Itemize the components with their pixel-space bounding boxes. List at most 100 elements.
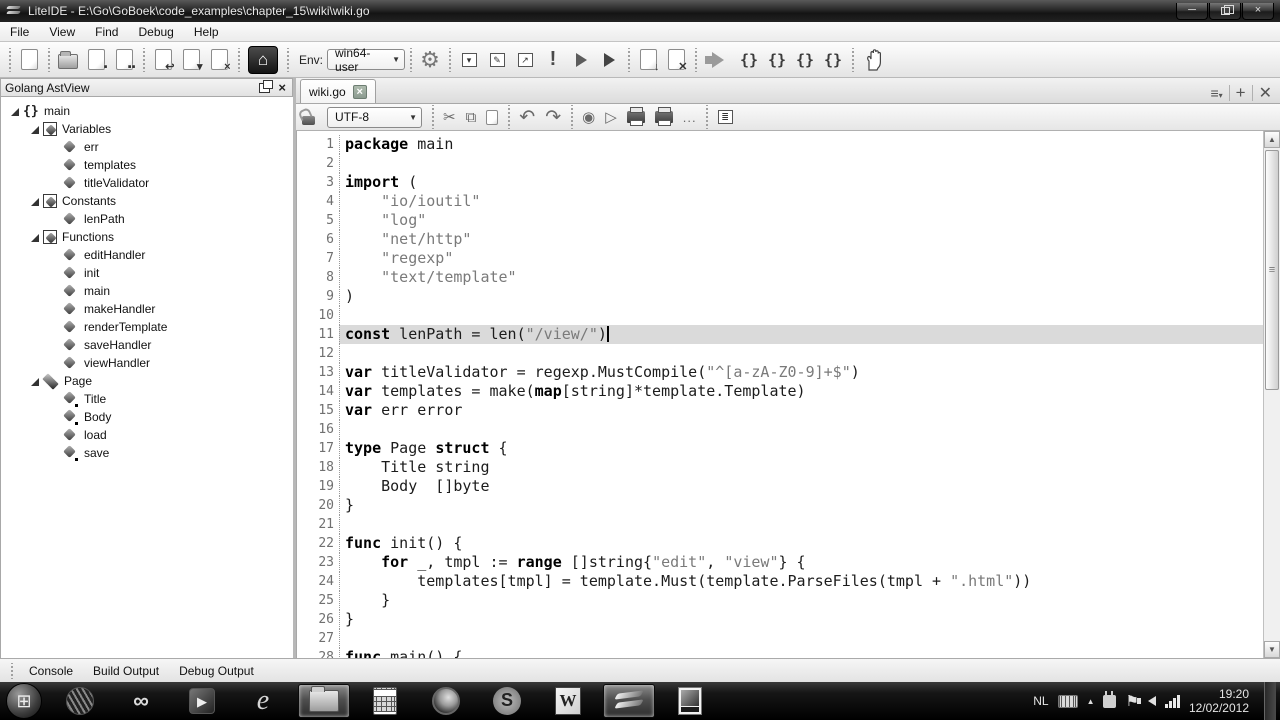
tree-item-viewHandler[interactable]: viewHandler — [1, 354, 293, 372]
power-icon[interactable] — [1103, 695, 1116, 708]
tab-list-icon[interactable]: ≡▾ — [1210, 85, 1222, 101]
close-panel-icon[interactable]: × — [278, 83, 286, 93]
tab-wiki-go[interactable]: wiki.go × — [300, 79, 376, 103]
photo-viewer-taskbar-button[interactable] — [664, 684, 716, 718]
step-out-button[interactable]: {} — [791, 46, 819, 74]
tree-item-main[interactable]: main — [1, 282, 293, 300]
file-list-close-button[interactable]: ✕ — [662, 46, 690, 74]
build-import-button[interactable]: ▾ — [455, 46, 483, 74]
tree-item-renderTemplate[interactable]: renderTemplate — [1, 318, 293, 336]
print-icon[interactable] — [627, 111, 645, 123]
code-line[interactable]: 17type Page struct { — [297, 439, 1263, 458]
code-line[interactable]: 26} — [297, 610, 1263, 629]
minimize-button[interactable]: ─ — [1176, 3, 1208, 20]
editor-scrollbar[interactable]: ▲ ▼ — [1263, 131, 1280, 658]
scroll-up-icon[interactable]: ▲ — [1264, 131, 1280, 148]
close-button[interactable]: × — [1242, 3, 1274, 20]
tree-item-Constants[interactable]: Constants — [1, 192, 293, 210]
code-line[interactable]: 28func main() { — [297, 648, 1263, 658]
menu-view[interactable]: View — [39, 23, 85, 41]
code-line[interactable]: 9) — [297, 287, 1263, 306]
comment-list-icon[interactable]: ≣ — [718, 110, 733, 124]
menu-debug[interactable]: Debug — [128, 23, 183, 41]
restore-button[interactable] — [1209, 3, 1241, 20]
output-tab-build-output[interactable]: Build Output — [83, 661, 169, 681]
word-taskbar-button[interactable]: W — [542, 684, 594, 718]
print-preview-icon[interactable] — [655, 111, 673, 123]
show-hidden-icons[interactable]: ▲ — [1087, 697, 1095, 706]
build-edit-button[interactable]: ✎ — [483, 46, 511, 74]
expander-icon[interactable] — [29, 232, 40, 243]
tab-close-icon[interactable]: × — [353, 85, 367, 99]
record-icon[interactable]: ◉ — [582, 108, 595, 126]
cut-icon[interactable]: ✂ — [443, 108, 456, 126]
code-line[interactable]: 15var err error — [297, 401, 1263, 420]
tree-item-Page[interactable]: Page — [1, 372, 293, 390]
expander-icon[interactable] — [9, 106, 20, 117]
code-line[interactable]: 16 — [297, 420, 1263, 439]
tree-item-makeHandler[interactable]: makeHandler — [1, 300, 293, 318]
float-panel-icon[interactable] — [259, 83, 270, 93]
code-line[interactable]: 23 for _, tmpl := range []string{"edit",… — [297, 553, 1263, 572]
settings-button[interactable]: ⚙ — [416, 46, 444, 74]
code-line[interactable]: 5 "log" — [297, 211, 1263, 230]
internet-explorer-taskbar-button[interactable]: e — [237, 684, 289, 718]
tree-item-templates[interactable]: templates — [1, 156, 293, 174]
build-and-run-button[interactable] — [595, 46, 623, 74]
step-over-button[interactable]: {} — [735, 46, 763, 74]
tree-item-editHandler[interactable]: editHandler — [1, 246, 293, 264]
network-globe-taskbar-button[interactable] — [54, 684, 106, 718]
env-select[interactable]: win64-user ▼ — [327, 49, 405, 70]
tree-item-Variables[interactable]: Variables — [1, 120, 293, 138]
firefox-taskbar-button[interactable] — [420, 684, 472, 718]
new-file-button[interactable] — [15, 46, 43, 74]
tree-item-main[interactable]: {}main — [1, 102, 293, 120]
network-signal-icon[interactable] — [1165, 695, 1180, 708]
skype-taskbar-button[interactable]: S — [481, 684, 533, 718]
tree-item-Title[interactable]: Title — [1, 390, 293, 408]
tree-item-saveHandler[interactable]: saveHandler — [1, 336, 293, 354]
keyboard-icon[interactable] — [1058, 695, 1078, 708]
revert-file-button[interactable]: ↩ — [149, 46, 177, 74]
expander-icon[interactable] — [29, 376, 40, 387]
code-line[interactable]: 7 "regexp" — [297, 249, 1263, 268]
tree-item-load[interactable]: load — [1, 426, 293, 444]
close-editor-icon[interactable]: ✕ — [1259, 83, 1272, 103]
redo-icon[interactable]: ↷ — [545, 106, 561, 129]
code-line[interactable]: 2 — [297, 154, 1263, 173]
tree-item-err[interactable]: err — [1, 138, 293, 156]
code-line[interactable]: 18 Title string — [297, 458, 1263, 477]
tree-item-init[interactable]: init — [1, 264, 293, 282]
build-button[interactable]: ! — [539, 46, 567, 74]
code-line[interactable]: 3import ( — [297, 173, 1263, 192]
code-editor[interactable]: 1package main23import (4 "io/ioutil"5 "l… — [296, 131, 1263, 658]
tree-item-Functions[interactable]: Functions — [1, 228, 293, 246]
new-tab-icon[interactable]: + — [1236, 83, 1246, 103]
language-indicator[interactable]: NL — [1033, 694, 1048, 708]
infinity-app-taskbar-button[interactable]: ∞ — [115, 684, 167, 718]
menu-file[interactable]: File — [0, 23, 39, 41]
code-line[interactable]: 14var templates = make(map[string]*templ… — [297, 382, 1263, 401]
scroll-down-icon[interactable]: ▼ — [1264, 641, 1280, 658]
calculator-taskbar-button[interactable] — [359, 684, 411, 718]
encoding-select[interactable]: UTF-8 ▼ — [327, 107, 422, 128]
show-desktop-button[interactable] — [1264, 682, 1276, 720]
more-options-icon[interactable]: ... — [683, 110, 697, 125]
expander-icon[interactable] — [29, 124, 40, 135]
step-into-button[interactable]: {} — [763, 46, 791, 74]
file-list-down-button[interactable]: ↓ — [634, 46, 662, 74]
windows-explorer-taskbar-button[interactable] — [298, 684, 350, 718]
code-line[interactable]: 25 } — [297, 591, 1263, 610]
tree-item-titleValidator[interactable]: titleValidator — [1, 174, 293, 192]
code-line[interactable]: 11const lenPath = len("/view/") — [297, 325, 1263, 344]
code-line[interactable]: 27 — [297, 629, 1263, 648]
volume-icon[interactable] — [1148, 696, 1156, 706]
copy-icon[interactable]: ⧉ — [466, 109, 477, 126]
code-line[interactable]: 8 "text/template" — [297, 268, 1263, 287]
run-button[interactable] — [567, 46, 595, 74]
code-line[interactable]: 4 "io/ioutil" — [297, 192, 1263, 211]
code-line[interactable]: 24 templates[tmpl] = template.Must(templ… — [297, 572, 1263, 591]
scrollbar-thumb[interactable] — [1265, 150, 1279, 390]
tree-item-Body[interactable]: Body — [1, 408, 293, 426]
code-line[interactable]: 6 "net/http" — [297, 230, 1263, 249]
